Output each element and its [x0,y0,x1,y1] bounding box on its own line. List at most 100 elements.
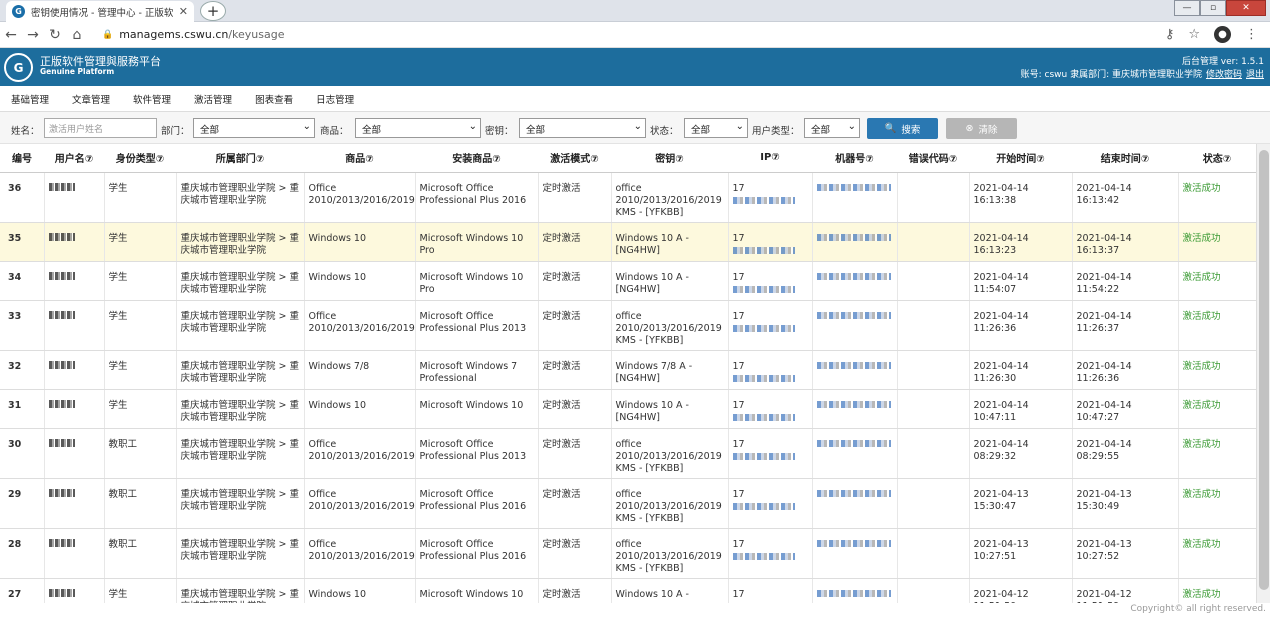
col-header-start[interactable]: 开始时间⑦ [969,144,1072,173]
cell-error [897,261,970,301]
cell-machine [812,300,898,351]
cell-machine [812,428,898,479]
menu-item-articles[interactable]: 文章管理 [72,92,110,106]
col-header-id[interactable]: 编号 [0,144,44,173]
new-tab-button[interactable]: + [200,1,226,21]
logout-link[interactable]: 退出 [1246,70,1264,80]
maximize-icon[interactable]: ▫ [1200,0,1226,16]
table-row[interactable]: 34 学生 重庆城市管理职业学院 > 重庆城市管理职业学院 Windows 10 Mic… [0,261,1256,301]
dept-label: 部门： [161,126,190,137]
cell-ip: 17 [728,478,813,529]
cell-user [44,350,105,390]
col-header-dept[interactable]: 所属部门⑦ [176,144,304,173]
cell-end: 2021-04-14 10:47:27 [1072,389,1179,429]
cell-product: Windows 7/8 [304,350,416,390]
cell-ip: 17 [728,350,813,390]
status-select[interactable]: 全部 ⌄ [684,118,748,138]
table-row[interactable]: 33 学生 重庆城市管理职业学院 > 重庆城市管理职业学院 Office 2010/2… [0,300,1256,351]
cell-error [897,528,970,579]
cell-status: 激活成功 [1178,528,1256,579]
col-header-status[interactable]: 状态⑦ [1178,144,1256,173]
cell-mode: 定时激活 [538,300,612,351]
close-window-icon[interactable]: ✕ [1226,0,1266,16]
col-header-installed[interactable]: 安装商品⑦ [415,144,538,173]
table-row[interactable]: 36 学生 重庆城市管理职业学院 > 重庆城市管理职业学院 Office 2010/2… [0,172,1256,223]
menu-item-charts[interactable]: 图表查看 [255,92,293,106]
cell-key: Windows 10 A - [NG4HW] [611,222,729,262]
cell-id: 35 [0,222,45,262]
vertical-scrollbar[interactable] [1256,144,1270,603]
brand-subtitle: Genuine Platform [40,67,115,77]
col-header-username[interactable]: 用户名⑦ [44,144,104,173]
star-icon[interactable]: ☆ [1188,27,1200,42]
table-row[interactable]: 27 学生重庆城市管理职业学院 > 重庆城市管理职业学院Windows 10Mic… [0,578,1256,603]
search-button[interactable]: 🔍 搜索 [867,118,938,139]
redacted-ip [732,413,795,421]
col-header-end[interactable]: 结束时间⑦ [1072,144,1178,173]
cell-product: Office 2010/2013/2016/2019 [304,172,416,223]
address-bar: ← → ↻ ⌂ 🔒 managems.cswu.cn/keyusage ⚷ ☆ … [0,22,1270,48]
cell-mode: 定时激活 [538,172,612,223]
logo-icon[interactable]: G [4,53,33,82]
table-row[interactable]: 28 教职工 重庆城市管理职业学院 > 重庆城市管理职业学院 Office 2010/… [0,528,1256,579]
table-row[interactable]: 32 学生 重庆城市管理职业学院 > 重庆城市管理职业学院 Windows 7/8 Mi… [0,350,1256,390]
dept-select[interactable]: 全部 ⌄ [193,118,315,138]
cell-error [897,300,970,351]
table-row[interactable]: 29 教职工 重庆城市管理职业学院 > 重庆城市管理职业学院 Office 2010/… [0,478,1256,529]
browser-tab[interactable]: G 密钥使用情况 - 管理中心 - 正版软 ✕ [6,1,194,22]
more-menu-icon[interactable]: ⋮ [1245,27,1258,42]
cell-error [897,222,970,262]
redacted-ip [732,196,795,204]
redacted-machine-id [816,272,891,280]
minimize-icon[interactable]: — [1174,0,1200,16]
cell-start: 2021-04-14 10:47:11 [969,389,1073,429]
redacted-username [48,538,75,547]
menu-item-logs[interactable]: 日志管理 [316,92,354,106]
table-row[interactable]: 35 学生 重庆城市管理职业学院 > 重庆城市管理职业学院 Windows 10 Mic… [0,222,1256,262]
redacted-ip [732,246,795,254]
cell-error [897,428,970,479]
redacted-ip [732,502,795,510]
menu-item-activation[interactable]: 激活管理 [194,92,232,106]
clear-button[interactable]: ⊗ 清除 [946,118,1017,139]
table-row[interactable]: 31 学生 重庆城市管理职业学院 > 重庆城市管理职业学院 Windows 10 Mic… [0,389,1256,429]
cell-product: Office 2010/2013/2016/2019 [304,300,416,351]
key-icon[interactable]: ⚷ [1165,27,1175,42]
usertype-select[interactable]: 全部 ⌄ [804,118,860,138]
cell-user [44,172,105,223]
key-select[interactable]: 全部 ⌄ [519,118,646,138]
name-search-input[interactable]: 激活用户姓名 [44,118,157,138]
cell-dept: 重庆城市管理职业学院 > 重庆城市管理职业学院 [176,578,305,603]
cell-user [44,261,105,301]
redacted-username [48,588,75,597]
col-header-error[interactable]: 错误代码⑦ [897,144,969,173]
cell-dept: 重庆城市管理职业学院 > 重庆城市管理职业学院 [176,428,305,479]
reload-icon[interactable]: ↻ [44,27,66,43]
close-tab-icon[interactable]: ✕ [179,5,188,18]
cell-installed: Microsoft Windows 10 [415,578,539,603]
product-select[interactable]: 全部 ⌄ [355,118,481,138]
cell-type: 教职工 [104,478,177,529]
cell-installed: Microsoft Office Professional Plus 2013 [415,300,539,351]
back-icon[interactable]: ← [0,27,22,43]
home-icon[interactable]: ⌂ [66,27,88,43]
cell-user [44,300,105,351]
col-header-key[interactable]: 密钥⑦ [611,144,728,173]
scrollbar-thumb[interactable] [1259,150,1269,590]
redacted-machine-id [816,361,891,369]
menu-item-software[interactable]: 软件管理 [133,92,171,106]
menu-item-basic[interactable]: 基础管理 [11,92,49,106]
col-header-ip[interactable]: IP⑦ [728,144,812,173]
col-header-product[interactable]: 商品⑦ [304,144,415,173]
col-header-mode[interactable]: 激活模式⑦ [538,144,611,173]
cell-type: 学生 [104,172,177,223]
table-row[interactable]: 30 教职工 重庆城市管理职业学院 > 重庆城市管理职业学院 Office 2010/… [0,428,1256,479]
key-usage-table: 编号 用户名⑦ 身份类型⑦ 所属部门⑦ 商品⑦ 安装商品⑦ 激活模式⑦ 密钥⑦ … [0,144,1256,603]
col-header-type[interactable]: 身份类型⑦ [104,144,176,173]
change-password-link[interactable]: 修改密码 [1206,70,1242,80]
forward-icon[interactable]: → [22,27,44,43]
col-header-machine[interactable]: 机器号⑦ [812,144,897,173]
url-field[interactable]: 🔒 managems.cswu.cn/keyusage [102,28,285,41]
profile-avatar-icon[interactable]: ● [1214,26,1231,43]
redacted-machine-id [816,539,891,547]
